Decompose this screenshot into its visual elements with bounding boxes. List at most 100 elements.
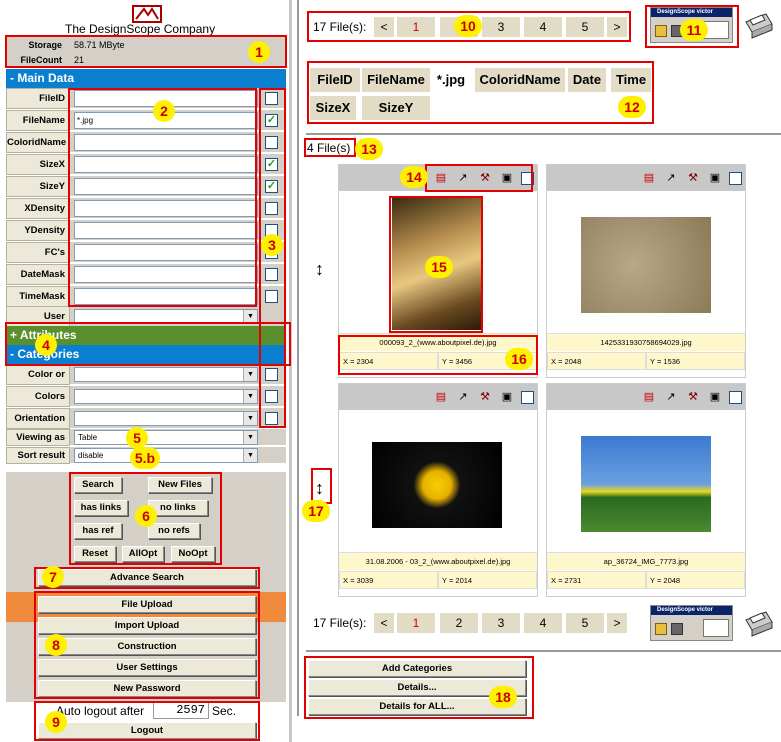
field-label: SizeX [6, 154, 70, 175]
callout-badge-17: 17 [302, 500, 330, 522]
tools-icon[interactable]: ⚒ [478, 390, 492, 404]
thumbnail-image[interactable] [581, 436, 711, 532]
company-logo [132, 5, 162, 23]
callout-box-13 [304, 138, 356, 157]
link-icon[interactable]: ↗ [664, 171, 678, 185]
chevron-down-icon: ▼ [243, 412, 257, 425]
callout-badge-14: 14 [400, 166, 428, 188]
field-label: YDensity [6, 220, 70, 241]
victor-title: DesignScope victor [651, 606, 732, 615]
company-name: The DesignScope Company [65, 22, 216, 36]
thumbnail-card[interactable]: ▤ ↗ ⚒ ▣ ap_36724_IMG_7773.jpg X = 2731 Y = 204… [546, 383, 746, 597]
page-button[interactable]: 3 [482, 613, 520, 633]
chevron-down-icon: ▼ [243, 390, 257, 403]
save-icon[interactable]: ▣ [708, 171, 722, 185]
thumbnail-card[interactable]: ▤ ↗ ⚒ ▣ 1425331930758694029.jpg X = 2048 Y = 1… [546, 164, 746, 378]
field-label: FileID [6, 88, 70, 109]
callout-box-8 [34, 591, 260, 699]
link-icon[interactable]: ↗ [664, 390, 678, 404]
thumbnail-image[interactable] [581, 217, 711, 313]
folder-icon [655, 623, 667, 635]
document-icon[interactable]: ▤ [642, 171, 656, 185]
category-label: Colors [6, 386, 70, 407]
file-name: 1425331930758694029.jpg [547, 333, 745, 351]
callout-badge-2: 2 [153, 100, 175, 122]
callout-box-12 [307, 61, 654, 124]
page-button[interactable]: 2 [440, 613, 478, 633]
victor-widget-bottom[interactable]: DesignScope victor [650, 605, 733, 641]
sort-select[interactable]: disable ▼ [74, 448, 258, 463]
callout-badge-6: 6 [135, 505, 157, 527]
panel-splitter-line [297, 0, 299, 716]
document-icon[interactable]: ▤ [642, 390, 656, 404]
thumbnail-card[interactable]: ▤ ↗ ⚒ ▣ 31.08.2006 - 03_2_(www.aboutpixel.de… [338, 383, 538, 597]
callout-badge-8: 8 [45, 634, 67, 656]
field-label: TimeMask [6, 286, 70, 307]
field-label: SizeY [6, 176, 70, 197]
size-x: X = 2048 [547, 352, 646, 370]
callout-box-14 [425, 164, 533, 192]
callout-badge-5: 5 [126, 427, 148, 449]
panel-splitter[interactable] [289, 0, 292, 742]
page-button[interactable]: 4 [524, 613, 562, 633]
callout-badge-13: 13 [355, 138, 383, 160]
sort-select-value: disable [78, 451, 104, 460]
card-checkbox[interactable] [729, 391, 742, 404]
size-x: X = 2731 [547, 571, 646, 589]
size-x: X = 3039 [339, 571, 438, 589]
tools-icon[interactable]: ⚒ [686, 390, 700, 404]
page-button[interactable]: 5 [566, 613, 604, 633]
field-label: FileName [6, 110, 70, 131]
category-row: Orientation ▼ [6, 408, 286, 429]
tools-icon[interactable]: ⚒ [686, 171, 700, 185]
category-row: Color or B/W ▼ [6, 364, 286, 399]
chevron-down-icon: ▼ [243, 431, 257, 444]
callout-box-1 [5, 35, 287, 68]
callout-badge-18: 18 [489, 686, 517, 708]
category-label: Color or B/W [6, 364, 70, 399]
file-count-label: 17 File(s): [313, 616, 367, 630]
callout-badge-5b: 5.b [130, 447, 160, 469]
field-label: FC's [6, 242, 70, 263]
field-label: DateMask [6, 264, 70, 285]
file-name: 31.08.2006 - 03_2_(www.aboutpixel.de).jp… [339, 552, 537, 570]
callout-badge-1: 1 [248, 41, 270, 63]
category-label: Orientation [6, 408, 70, 429]
printer-icon[interactable] [740, 8, 774, 40]
file-name: ap_36724_IMG_7773.jpg [547, 552, 745, 570]
callout-badge-15: 15 [425, 256, 453, 278]
save-icon[interactable]: ▣ [708, 390, 722, 404]
callout-badge-4: 4 [35, 334, 57, 356]
callout-badge-7: 7 [42, 566, 64, 588]
chevron-down-icon: ▼ [243, 449, 257, 462]
size-y: Y = 1536 [646, 352, 745, 370]
field-label: XDensity [6, 198, 70, 219]
card-checkbox[interactable] [729, 172, 742, 185]
category-row: Colors ▼ [6, 386, 286, 407]
viewing-select-value: Table [78, 433, 98, 442]
callout-badge-16: 16 [505, 348, 533, 370]
callout-box-9 [34, 701, 260, 741]
printer-icon[interactable] [740, 606, 774, 638]
category-select[interactable]: ▼ [74, 367, 258, 382]
callout-box-3 [259, 88, 286, 428]
resize-arrow-icon[interactable]: ↕ [315, 259, 324, 280]
category-select[interactable]: ▼ [74, 389, 258, 404]
page-button[interactable]: 1 [397, 613, 435, 633]
chevron-down-icon: ▼ [243, 368, 257, 381]
separator-line [306, 133, 781, 135]
callout-box-7 [34, 567, 260, 589]
main-data-header[interactable]: - Main Data [6, 69, 286, 88]
callout-badge-11: 11 [680, 19, 708, 41]
callout-badge-10: 10 [454, 15, 482, 37]
prev-page-button[interactable]: < [374, 613, 394, 633]
category-select[interactable]: ▼ [74, 411, 258, 426]
link-icon[interactable]: ↗ [456, 390, 470, 404]
thumbnail-image[interactable] [372, 442, 502, 528]
field-label: ColoridName [6, 132, 70, 153]
next-page-button[interactable]: > [607, 613, 627, 633]
save-icon[interactable]: ▣ [500, 390, 514, 404]
card-checkbox[interactable] [521, 391, 534, 404]
viewing-select[interactable]: Table ▼ [74, 430, 258, 445]
document-icon[interactable]: ▤ [434, 390, 448, 404]
